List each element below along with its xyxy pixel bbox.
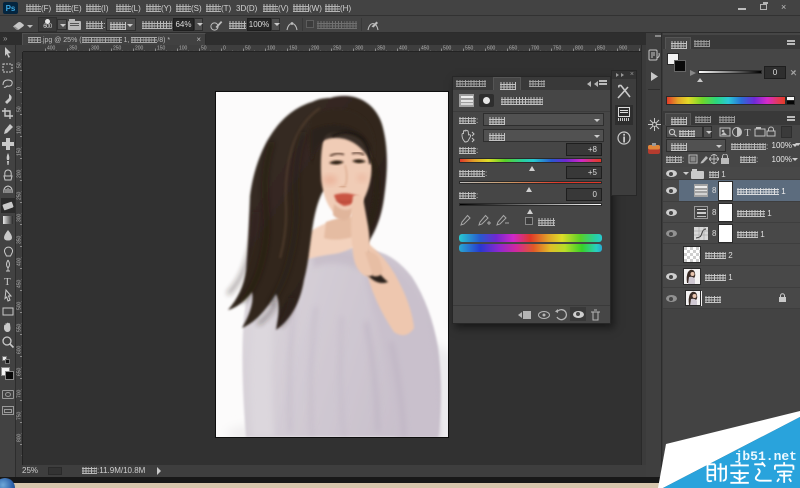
svg-text:600: 600 xyxy=(487,46,496,52)
svg-text:150: 150 xyxy=(289,46,298,52)
svg-text:250: 250 xyxy=(17,191,23,200)
svg-text:800: 800 xyxy=(17,433,23,442)
svg-text:450: 450 xyxy=(17,279,23,288)
svg-text:T: T xyxy=(745,128,751,138)
svg-text:50: 50 xyxy=(245,46,251,52)
svg-text:400: 400 xyxy=(47,46,56,52)
svg-text:T: T xyxy=(4,276,11,288)
svg-text:900: 900 xyxy=(619,46,628,52)
svg-text:300: 300 xyxy=(91,46,100,52)
svg-text:350: 350 xyxy=(377,46,386,52)
svg-text:150: 150 xyxy=(157,46,166,52)
svg-text:500: 500 xyxy=(443,46,452,52)
svg-text:700: 700 xyxy=(531,46,540,52)
svg-text:300: 300 xyxy=(17,213,23,222)
svg-text:200: 200 xyxy=(17,169,23,178)
svg-text:200: 200 xyxy=(135,46,144,52)
svg-text:350: 350 xyxy=(69,46,78,52)
svg-text:250: 250 xyxy=(333,46,342,52)
svg-text:350: 350 xyxy=(17,235,23,244)
svg-text:150: 150 xyxy=(17,147,23,156)
svg-text:600: 600 xyxy=(17,345,23,354)
svg-text:50: 50 xyxy=(17,62,23,68)
svg-text:850: 850 xyxy=(597,46,606,52)
svg-text:50: 50 xyxy=(17,106,23,112)
svg-text:700: 700 xyxy=(17,389,23,398)
svg-text:50: 50 xyxy=(201,46,207,52)
svg-text:450: 450 xyxy=(421,46,430,52)
svg-text:650: 650 xyxy=(17,367,23,376)
svg-text:650: 650 xyxy=(509,46,518,52)
svg-text:500: 500 xyxy=(17,301,23,310)
svg-text:200: 200 xyxy=(311,46,320,52)
svg-text:100: 100 xyxy=(267,46,276,52)
svg-text:750: 750 xyxy=(17,411,23,420)
svg-text:550: 550 xyxy=(465,46,474,52)
svg-text:0: 0 xyxy=(223,46,226,52)
svg-text:800: 800 xyxy=(575,46,584,52)
svg-text:0: 0 xyxy=(17,87,23,90)
svg-text:750: 750 xyxy=(553,46,562,52)
svg-text:250: 250 xyxy=(113,46,122,52)
svg-text:100: 100 xyxy=(17,125,23,134)
svg-text:400: 400 xyxy=(399,46,408,52)
svg-text:550: 550 xyxy=(17,323,23,332)
svg-text:400: 400 xyxy=(17,257,23,266)
svg-text:100: 100 xyxy=(179,46,188,52)
svg-text:300: 300 xyxy=(355,46,364,52)
